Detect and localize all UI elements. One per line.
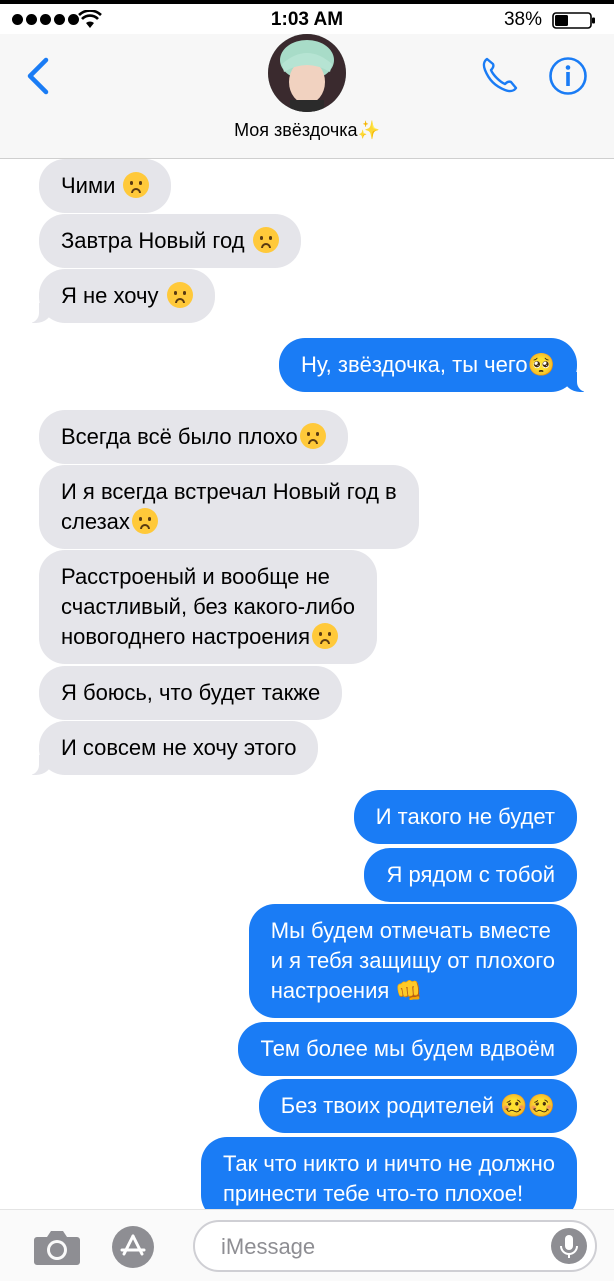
avatar-photo [268, 34, 346, 112]
message-text: И такого не будет [375, 804, 555, 829]
message-bubble-incoming[interactable]: Я не хочу [29, 269, 215, 323]
frowning-face-emoji [252, 227, 279, 253]
message-text: Я рядом с тобой [386, 862, 555, 887]
microphone-glyph [560, 1235, 578, 1258]
message-text: И совсем не хочу этого [61, 735, 297, 760]
frowning-face-emoji [299, 423, 326, 449]
frowning-face-emoji [131, 508, 158, 534]
message-text: Чими [61, 173, 122, 198]
microphone-icon[interactable] [551, 1228, 587, 1264]
battery-percentage: 38% [503, 9, 542, 30]
message-text: Я боюсь, что будет также [61, 680, 321, 705]
app-store-glyph [120, 1234, 146, 1256]
camera-icon[interactable] [33, 1228, 81, 1266]
message-text: Тем более мы будем вдвоём [260, 1036, 555, 1061]
contact-name[interactable]: Моя звёздочка✨ [0, 120, 614, 141]
status-bar: 1:03 AM 38% [0, 4, 614, 34]
frowning-face-emoji [166, 282, 193, 308]
message-bubble-incoming[interactable]: И я всегда встречал Новый год в слезах [39, 465, 419, 549]
message-bubble-incoming[interactable]: Завтра Новый год [39, 214, 301, 268]
compose-bar: iMessage [0, 1209, 614, 1281]
message-text: Мы будем отмечать вместе и я тебя защищу… [270, 918, 555, 1003]
message-text: И я всегда встречал Новый год в слезах [61, 479, 397, 534]
info-icon[interactable] [548, 56, 588, 96]
battery-icon [552, 12, 595, 29]
app-store-icon[interactable] [112, 1226, 154, 1268]
message-bubble-outgoing[interactable]: Мы будем отмечать вместе и я тебя защищу… [248, 904, 577, 1018]
message-text: Расстроеный и вообще не счастливый, без … [61, 564, 356, 649]
message-bubble-incoming[interactable]: И совсем не хочу этого [28, 721, 319, 775]
message-bubble-incoming[interactable]: Я боюсь, что будет также [39, 666, 343, 720]
message-input-placeholder: iMessage [221, 1234, 316, 1259]
message-bubble-incoming[interactable]: Всегда всё было плохо [39, 410, 348, 464]
message-thread[interactable]: Чими Завтра Новый год Я не хочу Ну, звёз… [0, 159, 614, 1209]
message-text: Ну, звёздочка, ты чего🥺 [300, 352, 555, 377]
message-text: Всегда всё было плохо [61, 424, 298, 449]
message-bubble-outgoing[interactable]: Ну, звёздочка, ты чего🥺 [278, 338, 588, 392]
frowning-face-emoji [311, 623, 338, 649]
message-bubble-outgoing[interactable]: Я рядом с тобой [364, 848, 577, 902]
message-bubble-outgoing[interactable]: И такого не будет [353, 790, 577, 844]
message-text: Так что никто и ничто не должно принести… [222, 1151, 555, 1206]
phone-icon[interactable] [478, 54, 520, 96]
message-input[interactable]: iMessage [193, 1220, 597, 1272]
message-text: Без твоих родителей 🥴🥴 [280, 1093, 555, 1118]
message-text: Завтра Новый год [61, 228, 251, 253]
back-chevron-icon[interactable] [22, 54, 56, 98]
message-text: Я не хочу [61, 283, 165, 308]
contact-avatar[interactable] [268, 34, 346, 112]
frowning-face-emoji [123, 172, 150, 198]
message-bubble-outgoing[interactable]: Тем более мы будем вдвоём [238, 1022, 577, 1076]
message-bubble-incoming[interactable]: Расстроеный и вообще не счастливый, без … [39, 550, 378, 664]
message-bubble-incoming[interactable]: Чими [39, 159, 172, 213]
conversation-header: Моя звёздочка✨ [0, 34, 614, 159]
message-bubble-outgoing[interactable]: Без твоих родителей 🥴🥴 [258, 1079, 577, 1133]
message-bubble-outgoing[interactable]: Так что никто и ничто не должно принести… [200, 1137, 577, 1209]
